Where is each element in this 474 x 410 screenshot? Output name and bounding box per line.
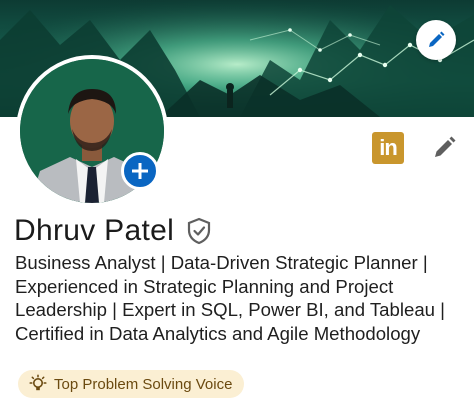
- linkedin-icon[interactable]: in: [372, 132, 404, 164]
- top-voice-badge[interactable]: Top Problem Solving Voice: [18, 370, 245, 398]
- shield-check-icon[interactable]: [186, 217, 212, 245]
- add-photo-button[interactable]: [121, 152, 159, 190]
- pencil-icon: [435, 136, 456, 157]
- profile-headline: Business Analyst | Data-Driven Strategic…: [15, 252, 445, 344]
- edit-banner-button[interactable]: [416, 20, 456, 60]
- plus-icon: [132, 163, 148, 179]
- lightbulb-icon: [28, 374, 48, 394]
- pencil-icon: [429, 31, 445, 47]
- name-row: Dhruv Patel: [14, 211, 212, 251]
- top-voice-label: Top Problem Solving Voice: [54, 375, 233, 393]
- linkedin-logo-text: in: [379, 135, 398, 160]
- profile-name: Dhruv Patel: [14, 214, 175, 247]
- edit-profile-button[interactable]: [428, 132, 460, 164]
